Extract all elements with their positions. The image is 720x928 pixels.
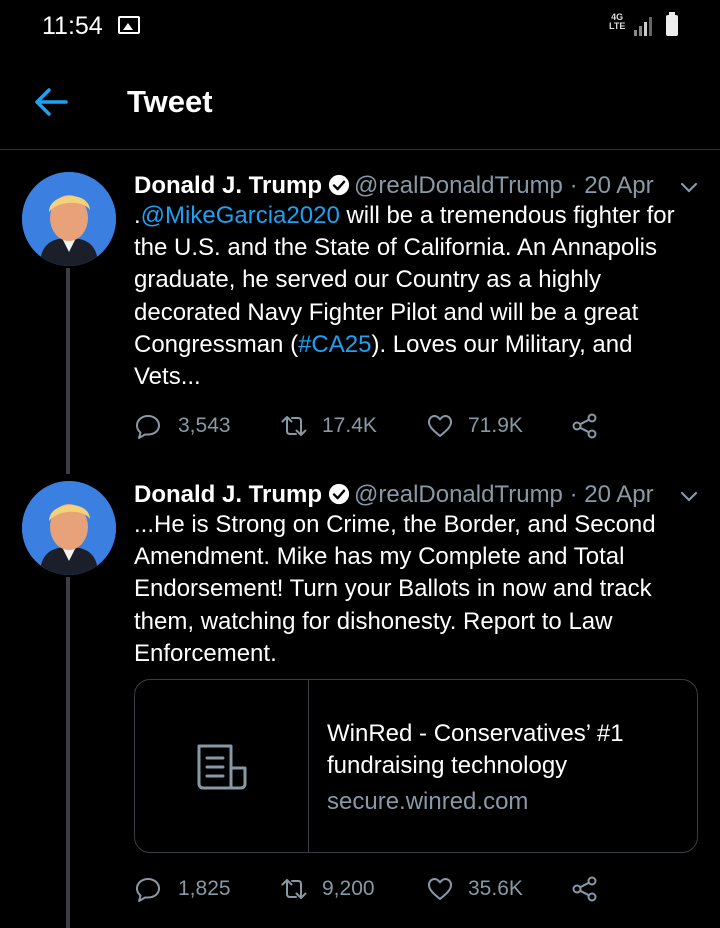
card-thumbnail: [135, 680, 309, 852]
gallery-icon: [118, 16, 140, 34]
reply-button[interactable]: 1,825: [134, 873, 231, 905]
tweet-2[interactable]: Donald J. Trump @realDonaldTrump · 20 Apr…: [0, 479, 720, 928]
back-arrow-icon[interactable]: [30, 84, 70, 120]
text-prefix: .: [134, 202, 141, 229]
share-button[interactable]: [571, 873, 615, 905]
tweet-text: .@MikeGarcia2020 will be a tremendous fi…: [134, 200, 700, 393]
verified-badge-icon: [328, 483, 350, 505]
tweet-date[interactable]: 20 Apr: [584, 172, 653, 199]
status-bar: 11:54 4G LTE: [0, 0, 720, 54]
reply-button[interactable]: 3,543: [134, 410, 231, 442]
reply-count: 3,543: [178, 414, 231, 437]
mention-link[interactable]: @MikeGarcia2020: [141, 202, 340, 229]
page-title: Tweet: [127, 84, 213, 119]
separator-dot: ·: [569, 481, 578, 508]
chevron-down-icon[interactable]: [678, 176, 700, 198]
status-time: 11:54: [42, 12, 103, 40]
like-count: 71.9K: [468, 414, 523, 437]
share-icon: [572, 413, 597, 439]
retweet-count: 17.4K: [322, 414, 377, 437]
like-button[interactable]: 71.9K: [426, 410, 523, 442]
document-icon: [197, 744, 247, 790]
card-title: WinRed - Conservatives’ #1 fundraising t…: [327, 720, 624, 779]
avatar[interactable]: [22, 172, 116, 266]
tweet-header: Donald J. Trump @realDonaldTrump · 20 Apr: [134, 170, 654, 202]
tweet-header: Donald J. Trump @realDonaldTrump · 20 Apr: [134, 479, 654, 511]
reply-icon: [136, 878, 160, 902]
link-card[interactable]: WinRed - Conservatives’ #1 fundraising t…: [134, 679, 698, 853]
heart-icon: [428, 878, 452, 900]
retweet-icon: [281, 416, 307, 436]
display-name[interactable]: Donald J. Trump: [134, 172, 322, 199]
reply-icon: [136, 415, 160, 439]
verified-badge-icon: [328, 174, 350, 196]
heart-icon: [428, 415, 452, 437]
network-type-icon: 4G LTE: [609, 12, 626, 31]
thread-line: [66, 577, 70, 928]
user-handle[interactable]: @realDonaldTrump: [354, 172, 563, 199]
retweet-button[interactable]: 17.4K: [280, 410, 377, 442]
like-button[interactable]: 35.6K: [426, 873, 523, 905]
display-name[interactable]: Donald J. Trump: [134, 481, 322, 508]
retweet-button[interactable]: 9,200: [280, 873, 375, 905]
thread-line: [66, 268, 70, 474]
hashtag-link[interactable]: #CA25: [298, 331, 371, 358]
share-icon: [572, 876, 597, 902]
tweet-actions: 3,543 17.4K 71.9K: [134, 410, 614, 442]
like-count: 35.6K: [468, 877, 523, 900]
signal-icon: [634, 14, 656, 36]
avatar[interactable]: [22, 481, 116, 575]
card-domain: secure.winred.com: [327, 788, 529, 815]
share-button[interactable]: [571, 410, 615, 442]
top-bar: Tweet: [0, 54, 720, 150]
tweet-date[interactable]: 20 Apr: [584, 481, 653, 508]
tweet-text: ...He is Strong on Crime, the Border, an…: [134, 511, 656, 667]
reply-count: 1,825: [178, 877, 231, 900]
retweet-icon: [281, 879, 307, 899]
tweet-actions: 1,825 9,200 35.6K: [134, 873, 614, 905]
tweet-1[interactable]: Donald J. Trump @realDonaldTrump · 20 Apr…: [0, 170, 720, 474]
battery-icon: [666, 12, 678, 36]
user-handle[interactable]: @realDonaldTrump: [354, 481, 563, 508]
separator-dot: ·: [569, 172, 578, 199]
chevron-down-icon[interactable]: [678, 485, 700, 507]
retweet-count: 9,200: [322, 877, 375, 900]
